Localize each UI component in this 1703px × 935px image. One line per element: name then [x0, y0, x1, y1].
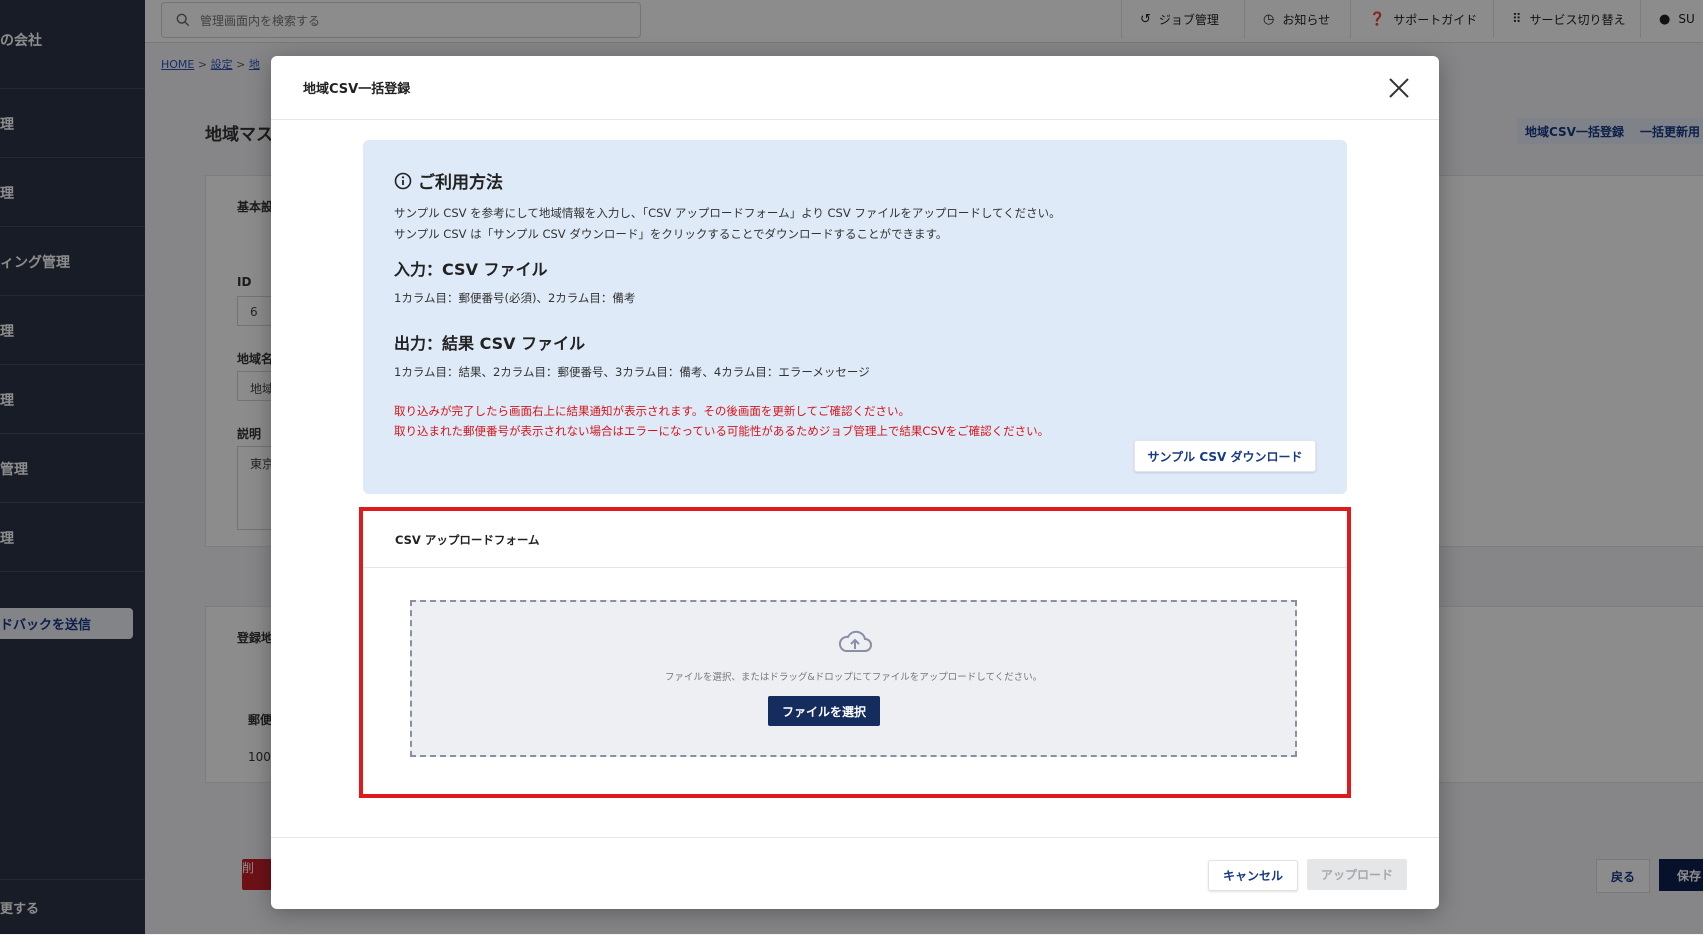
- notice-line-1: 取り込みが完了したら画面右上に結果通知が表示されます。その後画面を更新してご確認…: [394, 404, 910, 418]
- input-heading: 入力：CSV ファイル: [394, 260, 548, 279]
- input-description: 1カラム目：郵便番号(必須)、2カラム目：備考: [394, 291, 636, 305]
- usage-heading-text: ご利用方法: [418, 173, 503, 193]
- modal-footer-divider: [271, 837, 1439, 838]
- modal-title: 地域CSV一括登録: [303, 82, 411, 97]
- output-description: 1カラム目：結果、2カラム目：郵便番号、3カラム目：備考、4カラム目：エラーメッ…: [394, 365, 870, 379]
- upload-button[interactable]: アップロード: [1307, 859, 1407, 890]
- info-icon: [394, 172, 412, 189]
- output-heading: 出力：結果 CSV ファイル: [394, 334, 586, 353]
- notice-line-2: 取り込まれた郵便番号が表示されない場合はエラーになっている可能性があるためジョブ…: [394, 424, 1050, 438]
- usage-heading: ご利用方法: [394, 168, 503, 193]
- usage-line-1: サンプル CSV を参考にして地域情報を入力し、「CSV アップロードフォーム」…: [394, 206, 1061, 220]
- modal-header: 地域CSV一括登録: [271, 56, 1439, 120]
- close-icon[interactable]: [1385, 74, 1413, 102]
- cancel-button[interactable]: キャンセル: [1208, 860, 1298, 891]
- sample-csv-download-button[interactable]: サンプル CSV ダウンロード: [1134, 440, 1316, 472]
- usage-line-2: サンプル CSV は「サンプル CSV ダウンロード」をクリックすることでダウン…: [394, 227, 948, 241]
- csv-bulk-register-modal: 地域CSV一括登録 ご利用方法 サンプル CSV を参考にして地域情報を入力し、…: [271, 56, 1439, 909]
- upload-form-highlight: [359, 507, 1351, 798]
